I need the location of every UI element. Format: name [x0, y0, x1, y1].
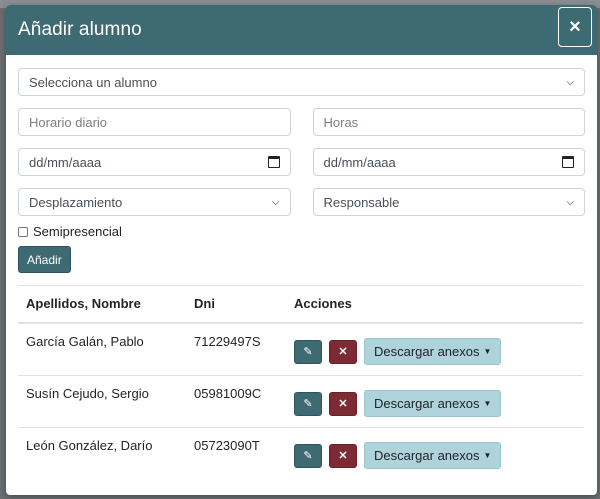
close-icon: ✕	[338, 450, 348, 462]
header-dni: Dni	[186, 286, 286, 324]
students-table: Apellidos, Nombre Dni Acciones García Ga…	[18, 286, 583, 480]
table-header-row: Apellidos, Nombre Dni Acciones	[18, 286, 583, 324]
student-name: León González, Darío	[26, 438, 153, 453]
end-date-value: dd/mm/aaaa	[323, 154, 396, 170]
calendar-icon[interactable]	[267, 156, 280, 168]
horario-placeholder: Horario diario	[29, 114, 108, 130]
chevron-down-icon: ⌵	[271, 196, 280, 208]
horas-input[interactable]: Horas	[312, 108, 585, 136]
student-dni: 05981009C	[186, 375, 286, 428]
student-dni: 71229497S	[186, 323, 286, 376]
student-dni: 05723090T	[194, 438, 260, 453]
delete-button[interactable]: ✕	[329, 443, 357, 468]
table-row: León González, Darío 05723090T ✎ ✕ Desca…	[18, 428, 583, 480]
close-icon: ×	[569, 15, 581, 38]
table-row: Susín Cejudo, Sergio 05981009C ✎ ✕ Desca…	[18, 375, 583, 428]
horario-input[interactable]: Horario diario	[18, 108, 291, 136]
close-button[interactable]: ×	[558, 7, 592, 47]
desplazamiento-select[interactable]: Desplazamiento ⌵	[18, 188, 291, 216]
edit-icon: ✎	[303, 346, 313, 358]
students-table-wrap: Apellidos, Nombre Dni Acciones García Ga…	[18, 285, 583, 480]
download-label: Descargar anexos	[374, 344, 480, 359]
caret-down-icon: ▼	[483, 451, 492, 460]
calendar-icon[interactable]	[562, 156, 574, 168]
edit-icon: ✎	[303, 450, 313, 462]
chevron-down-icon: ⌵	[566, 196, 574, 208]
chevron-down-icon: ⌵	[566, 76, 574, 88]
edit-button[interactable]: ✎	[294, 339, 322, 364]
end-date-input[interactable]: dd/mm/aaaa	[312, 148, 585, 176]
close-icon: ✕	[338, 398, 348, 410]
edit-icon: ✎	[303, 398, 313, 410]
delete-button[interactable]: ✕	[329, 391, 357, 416]
responsable-value: Responsable	[323, 194, 400, 210]
delete-button[interactable]: ✕	[329, 339, 357, 364]
start-date-input[interactable]: dd/mm/aaaa	[18, 148, 291, 176]
edit-button[interactable]: ✎	[294, 443, 322, 468]
download-annexes-button[interactable]: Descargar anexos ▼	[364, 390, 502, 417]
start-date-value: dd/mm/aaaa	[29, 154, 102, 170]
edit-button[interactable]: ✎	[294, 391, 322, 416]
modal-body: Selecciona un alumno ⌵ Horario diario Ho…	[6, 55, 597, 273]
modal-header: Añadir alumno ×	[6, 5, 597, 55]
caret-down-icon: ▼	[483, 399, 492, 408]
close-icon: ✕	[338, 346, 348, 358]
header-actions: Acciones	[286, 286, 583, 324]
student-select[interactable]: Selecciona un alumno ⌵	[18, 68, 585, 96]
semipresencial-label[interactable]: Semipresencial	[33, 224, 122, 239]
download-annexes-button[interactable]: Descargar anexos ▼	[364, 442, 502, 469]
student-name: Susín Cejudo, Sergio	[18, 375, 186, 428]
table-row: García Galán, Pablo 71229497S ✎ ✕ Descar…	[18, 323, 583, 376]
student-name: García Galán, Pablo	[18, 323, 186, 376]
semipresencial-checkbox[interactable]	[18, 226, 28, 237]
student-select-value: Selecciona un alumno	[29, 74, 157, 90]
responsable-select[interactable]: Responsable ⌵	[312, 188, 585, 216]
caret-down-icon: ▼	[483, 347, 492, 356]
desplazamiento-value: Desplazamiento	[29, 194, 123, 210]
modal-title: Añadir alumno	[18, 19, 142, 40]
download-label: Descargar anexos	[374, 448, 480, 463]
add-student-modal: Añadir alumno × Selecciona un alumno ⌵ H…	[6, 5, 597, 495]
header-name: Apellidos, Nombre	[18, 286, 186, 324]
horas-placeholder: Horas	[323, 114, 359, 130]
download-label: Descargar anexos	[374, 396, 480, 411]
download-annexes-button[interactable]: Descargar anexos ▼	[364, 338, 502, 365]
add-button[interactable]: Añadir	[18, 246, 71, 273]
semipresencial-row: Semipresencial	[18, 224, 585, 239]
